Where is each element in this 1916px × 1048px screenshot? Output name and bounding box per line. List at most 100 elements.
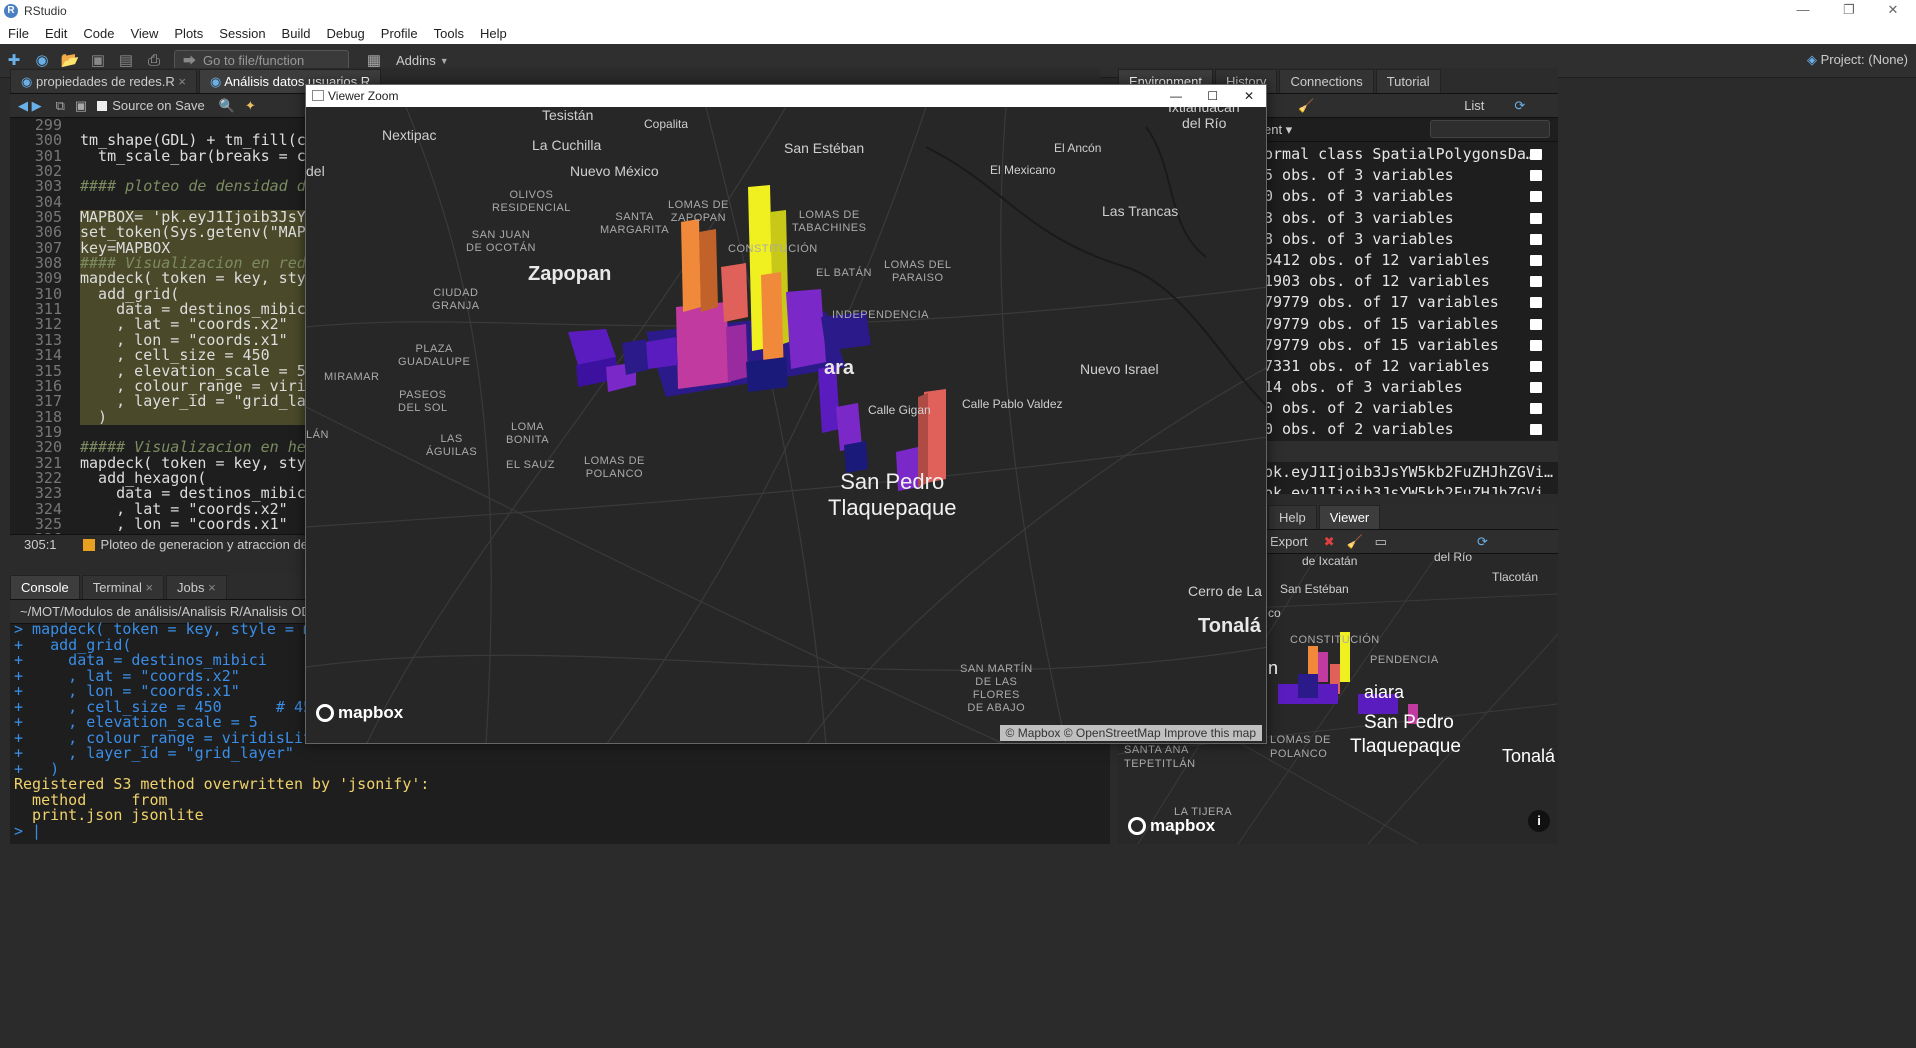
menu-tools[interactable]: Tools bbox=[426, 26, 472, 41]
window-title: RStudio bbox=[24, 4, 67, 18]
menu-session[interactable]: Session bbox=[211, 26, 273, 41]
mini-label: POLANCO bbox=[1270, 748, 1328, 760]
export-menu[interactable]: Export bbox=[1270, 534, 1308, 549]
tab-viewer[interactable]: Viewer bbox=[1318, 505, 1381, 529]
map-label-ara: ara bbox=[824, 357, 855, 379]
tab-console[interactable]: Console bbox=[10, 575, 80, 599]
console-line: print.json jsonlite bbox=[14, 806, 204, 824]
menu-plots[interactable]: Plots bbox=[166, 26, 211, 41]
close-tab-icon[interactable]: × bbox=[208, 580, 216, 595]
broom-icon[interactable]: 🧹 bbox=[1298, 98, 1314, 114]
addins-menu[interactable]: Addins bbox=[396, 53, 436, 68]
project-menu[interactable]: ◈ Project: (None) bbox=[1807, 52, 1908, 68]
view-data-icon[interactable] bbox=[1530, 212, 1542, 224]
menu-build[interactable]: Build bbox=[274, 26, 319, 41]
grid-bar bbox=[646, 337, 678, 369]
line-number-gutter: 299 300 301 302 303 304 305 306 307 308 309 310 311 3… bbox=[10, 117, 70, 547]
console-line: > | bbox=[14, 821, 42, 840]
back-icon[interactable]: ◀ ▶ bbox=[18, 98, 42, 114]
menu-view[interactable]: View bbox=[122, 26, 166, 41]
menu-edit[interactable]: Edit bbox=[37, 26, 75, 41]
tab-jobs[interactable]: Jobs × bbox=[166, 575, 227, 599]
tab-terminal[interactable]: Terminal × bbox=[81, 575, 165, 599]
mini-label: SANTA ANA bbox=[1124, 744, 1189, 756]
view-data-icon[interactable] bbox=[1530, 297, 1542, 309]
clear-viewer-icon[interactable]: ✖ bbox=[1324, 534, 1335, 550]
menu-debug[interactable]: Debug bbox=[318, 26, 372, 41]
console-line: + , layer_id = "grid_layer" bbox=[14, 744, 294, 762]
view-data-icon[interactable] bbox=[1530, 424, 1542, 436]
view-data-icon[interactable] bbox=[1530, 276, 1542, 288]
environment-row-value: 5412 obs. of 12 variables bbox=[1264, 250, 1490, 269]
close-tab-icon[interactable]: × bbox=[145, 580, 153, 595]
menu-help[interactable]: Help bbox=[472, 26, 515, 41]
mapbox-logo: mapbox bbox=[1128, 816, 1215, 836]
map-label-ixtlahuacan: Ixtlahuacán bbox=[1168, 107, 1240, 115]
mini-label: Tonalá bbox=[1502, 746, 1556, 766]
minimize-icon[interactable]: — bbox=[1170, 85, 1182, 107]
mini-label: n bbox=[1268, 658, 1279, 678]
maximize-icon[interactable]: ☐ bbox=[1207, 85, 1218, 107]
map-label-copalita: Copalita bbox=[644, 117, 689, 131]
mini-label: de Ixcatán bbox=[1302, 554, 1358, 568]
publish-icon[interactable]: ▭ bbox=[1375, 534, 1387, 550]
minimize-icon[interactable]: — bbox=[1780, 0, 1826, 22]
grid-bar bbox=[746, 357, 788, 392]
mini-label: San Estéban bbox=[1280, 582, 1349, 596]
close-icon[interactable]: ✕ bbox=[1244, 85, 1254, 107]
map-label-independencia: INDEPENDENCIA bbox=[832, 309, 929, 321]
map-label-lomastabachines: LOMAS DE TABACHINES bbox=[792, 209, 867, 234]
global-env-menu[interactable]: ent ▾ bbox=[1264, 122, 1292, 138]
wand-icon[interactable]: ✦ bbox=[245, 98, 256, 114]
environment-row-value: ormal class SpatialPolygonsDa… bbox=[1264, 145, 1535, 163]
map-label-callepablo: Calle Pablo Valdez bbox=[962, 397, 1063, 411]
save-icon[interactable]: ▣ bbox=[75, 98, 87, 114]
environment-search-input[interactable] bbox=[1430, 120, 1550, 138]
refresh-icon[interactable]: ⟳ bbox=[1514, 98, 1525, 114]
tab-help[interactable]: Help bbox=[1268, 505, 1317, 529]
mini-label: San Pedro bbox=[1364, 712, 1454, 733]
info-icon[interactable]: i bbox=[1528, 810, 1550, 832]
view-data-icon[interactable] bbox=[1530, 233, 1542, 245]
restore-icon[interactable]: ❐ bbox=[1826, 0, 1872, 22]
view-data-icon[interactable] bbox=[1530, 149, 1542, 160]
source-on-save-label: Source on Save bbox=[112, 98, 205, 113]
source-on-save-checkbox[interactable] bbox=[97, 100, 108, 111]
map-label-constitucion: CONSTITUCIÓN bbox=[728, 243, 818, 255]
tab-connections[interactable]: Connections bbox=[1279, 69, 1374, 93]
broom-icon[interactable]: 🧹 bbox=[1346, 534, 1362, 550]
menu-file[interactable]: File bbox=[0, 26, 37, 41]
r-file-icon: ◉ bbox=[21, 74, 36, 89]
list-view-menu[interactable]: List bbox=[1464, 98, 1484, 113]
tab-propiedades[interactable]: ◉ propiedades de redes.R × bbox=[10, 69, 197, 93]
menu-profile[interactable]: Profile bbox=[373, 26, 426, 41]
console-line: Registered S3 method overwritten by 'jso… bbox=[14, 775, 430, 793]
refresh-icon[interactable]: ⟳ bbox=[1477, 534, 1488, 550]
close-icon[interactable]: ✕ bbox=[1870, 0, 1916, 22]
project-icon: ◈ bbox=[1806, 52, 1821, 67]
map-label-delrio: del Río bbox=[1182, 115, 1227, 131]
mini-label: TEPETITLÁN bbox=[1124, 758, 1196, 770]
rstudio-logo-icon: R bbox=[4, 4, 18, 18]
tab-tutorial[interactable]: Tutorial bbox=[1375, 69, 1441, 93]
close-tab-icon[interactable]: × bbox=[178, 74, 186, 89]
map-label-nuevoisrael: Nuevo Israel bbox=[1080, 361, 1159, 377]
view-data-icon[interactable] bbox=[1530, 191, 1542, 203]
view-data-icon[interactable] bbox=[1530, 360, 1542, 372]
mapbox-logo-icon bbox=[1128, 817, 1146, 835]
view-data-icon[interactable] bbox=[1530, 254, 1542, 266]
grid-bar bbox=[726, 324, 748, 382]
view-data-icon[interactable] bbox=[1530, 170, 1542, 182]
view-data-icon[interactable] bbox=[1530, 339, 1542, 351]
mini-bar bbox=[1318, 652, 1328, 682]
mapdeck-map[interactable]: Tesistán Copalita Ixtlahuacán del Río Nextip… bbox=[306, 107, 1266, 743]
map-attribution[interactable]: © Mapbox © OpenStreetMap Improve this ma… bbox=[999, 725, 1262, 741]
map-label-lasaguilas: LAS ÁGUILAS bbox=[426, 433, 478, 458]
search-icon[interactable]: 🔍 bbox=[219, 98, 235, 114]
menu-code[interactable]: Code bbox=[75, 26, 122, 41]
view-data-icon[interactable] bbox=[1530, 318, 1542, 330]
environment-row-value: 7331 obs. of 12 variables bbox=[1264, 356, 1490, 375]
view-data-icon[interactable] bbox=[1530, 403, 1542, 415]
show-in-window-icon[interactable]: ⧉ bbox=[56, 98, 65, 114]
view-data-icon[interactable] bbox=[1530, 382, 1542, 394]
